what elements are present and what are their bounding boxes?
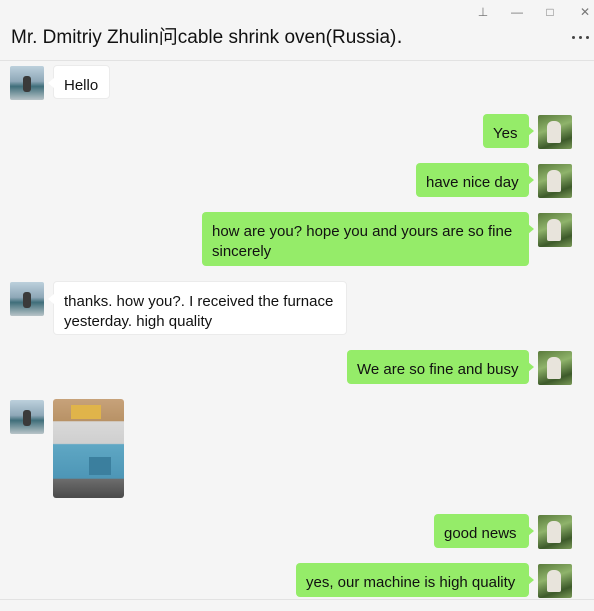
pin-icon[interactable]: ⊥ <box>474 3 492 21</box>
message-text: how are you? hope you and yours are so f… <box>212 223 513 260</box>
contact-avatar[interactable] <box>10 66 44 100</box>
message-text: Hello <box>64 77 99 94</box>
message-bubble-incoming[interactable]: thanks. how you?. I received the furnace… <box>48 281 347 335</box>
chat-title: Mr. Dmitriy Zhulin问cable shrink oven(Rus… <box>11 27 403 48</box>
minimize-icon[interactable]: — <box>508 3 526 21</box>
message-bubble-outgoing[interactable]: good news <box>434 514 534 548</box>
message-text: have nice day <box>426 174 519 191</box>
message-text: We are so fine and busy <box>357 361 519 378</box>
cable-shrink-oven-photo[interactable] <box>53 399 124 498</box>
my-avatar[interactable] <box>538 515 572 549</box>
maximize-icon[interactable]: □ <box>541 3 559 21</box>
input-area-edge <box>0 599 594 611</box>
title-bar: Mr. Dmitriy Zhulin问cable shrink oven(Rus… <box>0 0 594 60</box>
my-avatar[interactable] <box>538 351 572 385</box>
message-bubble-outgoing[interactable]: Yes <box>483 114 534 148</box>
message-bubble-outgoing[interactable]: have nice day <box>416 163 534 197</box>
header-divider <box>0 60 594 61</box>
my-avatar[interactable] <box>538 164 572 198</box>
message-bubble-outgoing[interactable]: yes, our machine is high quality <box>296 563 534 597</box>
contact-avatar[interactable] <box>10 400 44 434</box>
contact-avatar[interactable] <box>10 282 44 316</box>
my-avatar[interactable] <box>538 115 572 149</box>
message-bubble-outgoing[interactable]: We are so fine and busy <box>347 350 534 384</box>
message-bubble-incoming[interactable]: Hello <box>48 65 110 99</box>
message-text: good news <box>444 525 517 542</box>
message-text: yes, our machine is high quality <box>306 574 516 591</box>
my-avatar[interactable] <box>538 213 572 247</box>
more-options-icon[interactable] <box>570 27 592 47</box>
message-bubble-outgoing[interactable]: how are you? hope you and yours are so f… <box>202 212 534 266</box>
message-text: Yes <box>493 125 518 142</box>
close-icon[interactable]: ✕ <box>576 3 594 21</box>
message-text: thanks. how you?. I received the furnace… <box>64 293 334 330</box>
my-avatar[interactable] <box>538 564 572 598</box>
